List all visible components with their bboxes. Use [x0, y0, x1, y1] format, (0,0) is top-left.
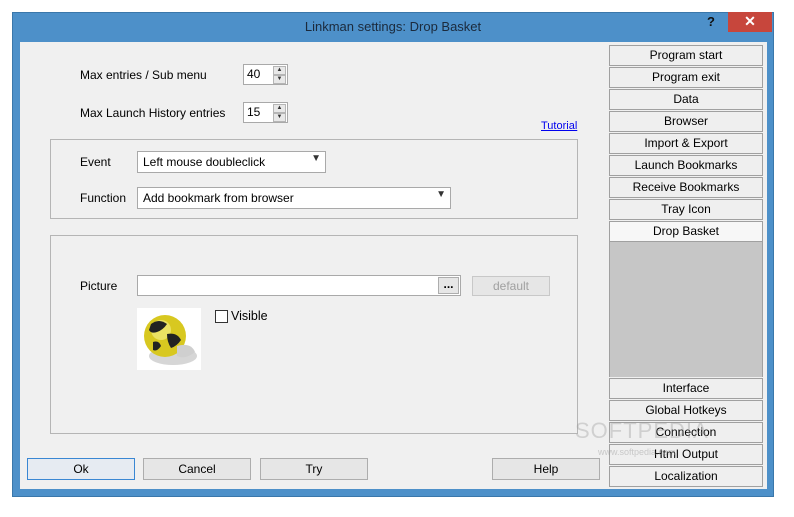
- function-label: Function: [80, 191, 127, 205]
- picture-label: Picture: [80, 279, 118, 293]
- max-entries-label: Max entries / Sub menu: [80, 68, 207, 82]
- default-button[interactable]: default: [472, 276, 550, 296]
- help-title-button[interactable]: ?: [698, 12, 724, 32]
- max-entries-spinner[interactable]: 40 ▲ ▼: [243, 64, 288, 85]
- nav-item-drop-basket[interactable]: Drop Basket: [609, 221, 763, 242]
- cancel-button[interactable]: Cancel: [143, 458, 251, 480]
- visible-label: Visible: [231, 309, 268, 323]
- function-select[interactable]: Add bookmark from browser ▼: [137, 187, 451, 209]
- picture-group: [50, 235, 578, 434]
- event-label: Event: [80, 155, 111, 169]
- spin-down-icon[interactable]: ▼: [273, 75, 286, 84]
- nav-item-browser[interactable]: Browser: [609, 111, 763, 132]
- spin-down-icon[interactable]: ▼: [273, 113, 286, 122]
- nav-item-program-exit[interactable]: Program exit: [609, 67, 763, 88]
- nav-item-localization[interactable]: Localization: [609, 466, 763, 487]
- max-history-value[interactable]: 15: [247, 105, 260, 119]
- ok-button[interactable]: Ok: [27, 458, 135, 480]
- nav-item-tray-icon[interactable]: Tray Icon: [609, 199, 763, 220]
- watermark-subtext: www.softpedia.com: [598, 447, 676, 457]
- nav-item-launch-bookmarks[interactable]: Launch Bookmarks: [609, 155, 763, 176]
- max-history-spinner[interactable]: 15 ▲ ▼: [243, 102, 288, 123]
- spin-up-icon[interactable]: ▲: [273, 104, 286, 113]
- spin-up-icon[interactable]: ▲: [273, 66, 286, 75]
- visible-checkbox[interactable]: [215, 310, 228, 323]
- close-button[interactable]: ✕: [728, 12, 772, 32]
- browse-button[interactable]: ...: [438, 277, 459, 294]
- nav-item-receive-bookmarks[interactable]: Receive Bookmarks: [609, 177, 763, 198]
- window-title: Linkman settings: Drop Basket: [304, 19, 482, 34]
- nav-item-data[interactable]: Data: [609, 89, 763, 110]
- try-button[interactable]: Try: [260, 458, 368, 480]
- nav-spacer: [609, 242, 763, 377]
- max-history-label: Max Launch History entries: [80, 106, 226, 120]
- max-entries-spin-buttons[interactable]: ▲ ▼: [273, 66, 286, 84]
- nav-item-interface[interactable]: Interface: [609, 378, 763, 399]
- chevron-down-icon[interactable]: ▼: [311, 153, 321, 164]
- event-select[interactable]: Left mouse doubleclick ▼: [137, 151, 326, 173]
- max-history-spin-buttons[interactable]: ▲ ▼: [273, 104, 286, 122]
- chevron-down-icon[interactable]: ▼: [436, 189, 446, 200]
- picture-path-input[interactable]: ...: [137, 275, 461, 296]
- event-select-value: Left mouse doubleclick: [143, 155, 266, 169]
- nav-item-import-and-export[interactable]: Import & Export: [609, 133, 763, 154]
- globe-picture-icon: [137, 308, 201, 370]
- max-entries-value[interactable]: 40: [247, 67, 260, 81]
- help-button[interactable]: Help: [492, 458, 600, 480]
- tutorial-link[interactable]: Tutorial: [541, 120, 577, 132]
- watermark-text: SOFTPEDIA: [575, 418, 709, 443]
- nav-item-program-start[interactable]: Program start: [609, 45, 763, 66]
- function-select-value: Add bookmark from browser: [143, 191, 294, 205]
